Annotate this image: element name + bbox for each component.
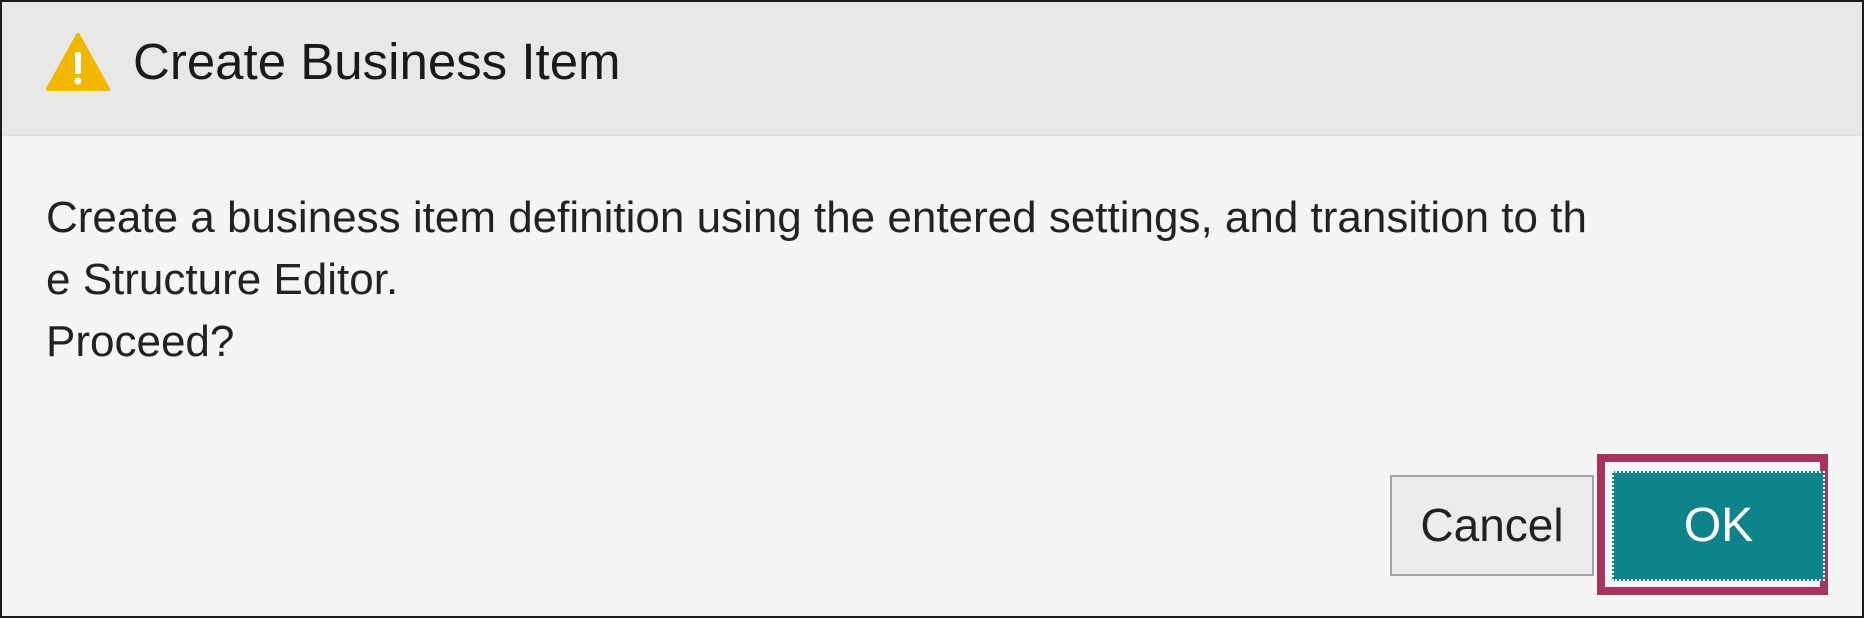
dialog-title: Create Business Item [133, 33, 621, 90]
message-line: e Structure Editor. [46, 255, 399, 304]
message-line: Create a business item definition using … [46, 193, 1587, 242]
create-business-item-dialog: Create Business Item Create a business i… [0, 0, 1864, 618]
message-line: Proceed? [46, 317, 235, 366]
ok-button[interactable]: OK [1612, 471, 1825, 581]
dialog-message: Create a business item definition using … [46, 187, 1826, 373]
dialog-title-bar: Create Business Item [2, 2, 1862, 136]
warning-icon [46, 32, 110, 92]
cancel-button[interactable]: Cancel [1390, 475, 1594, 576]
